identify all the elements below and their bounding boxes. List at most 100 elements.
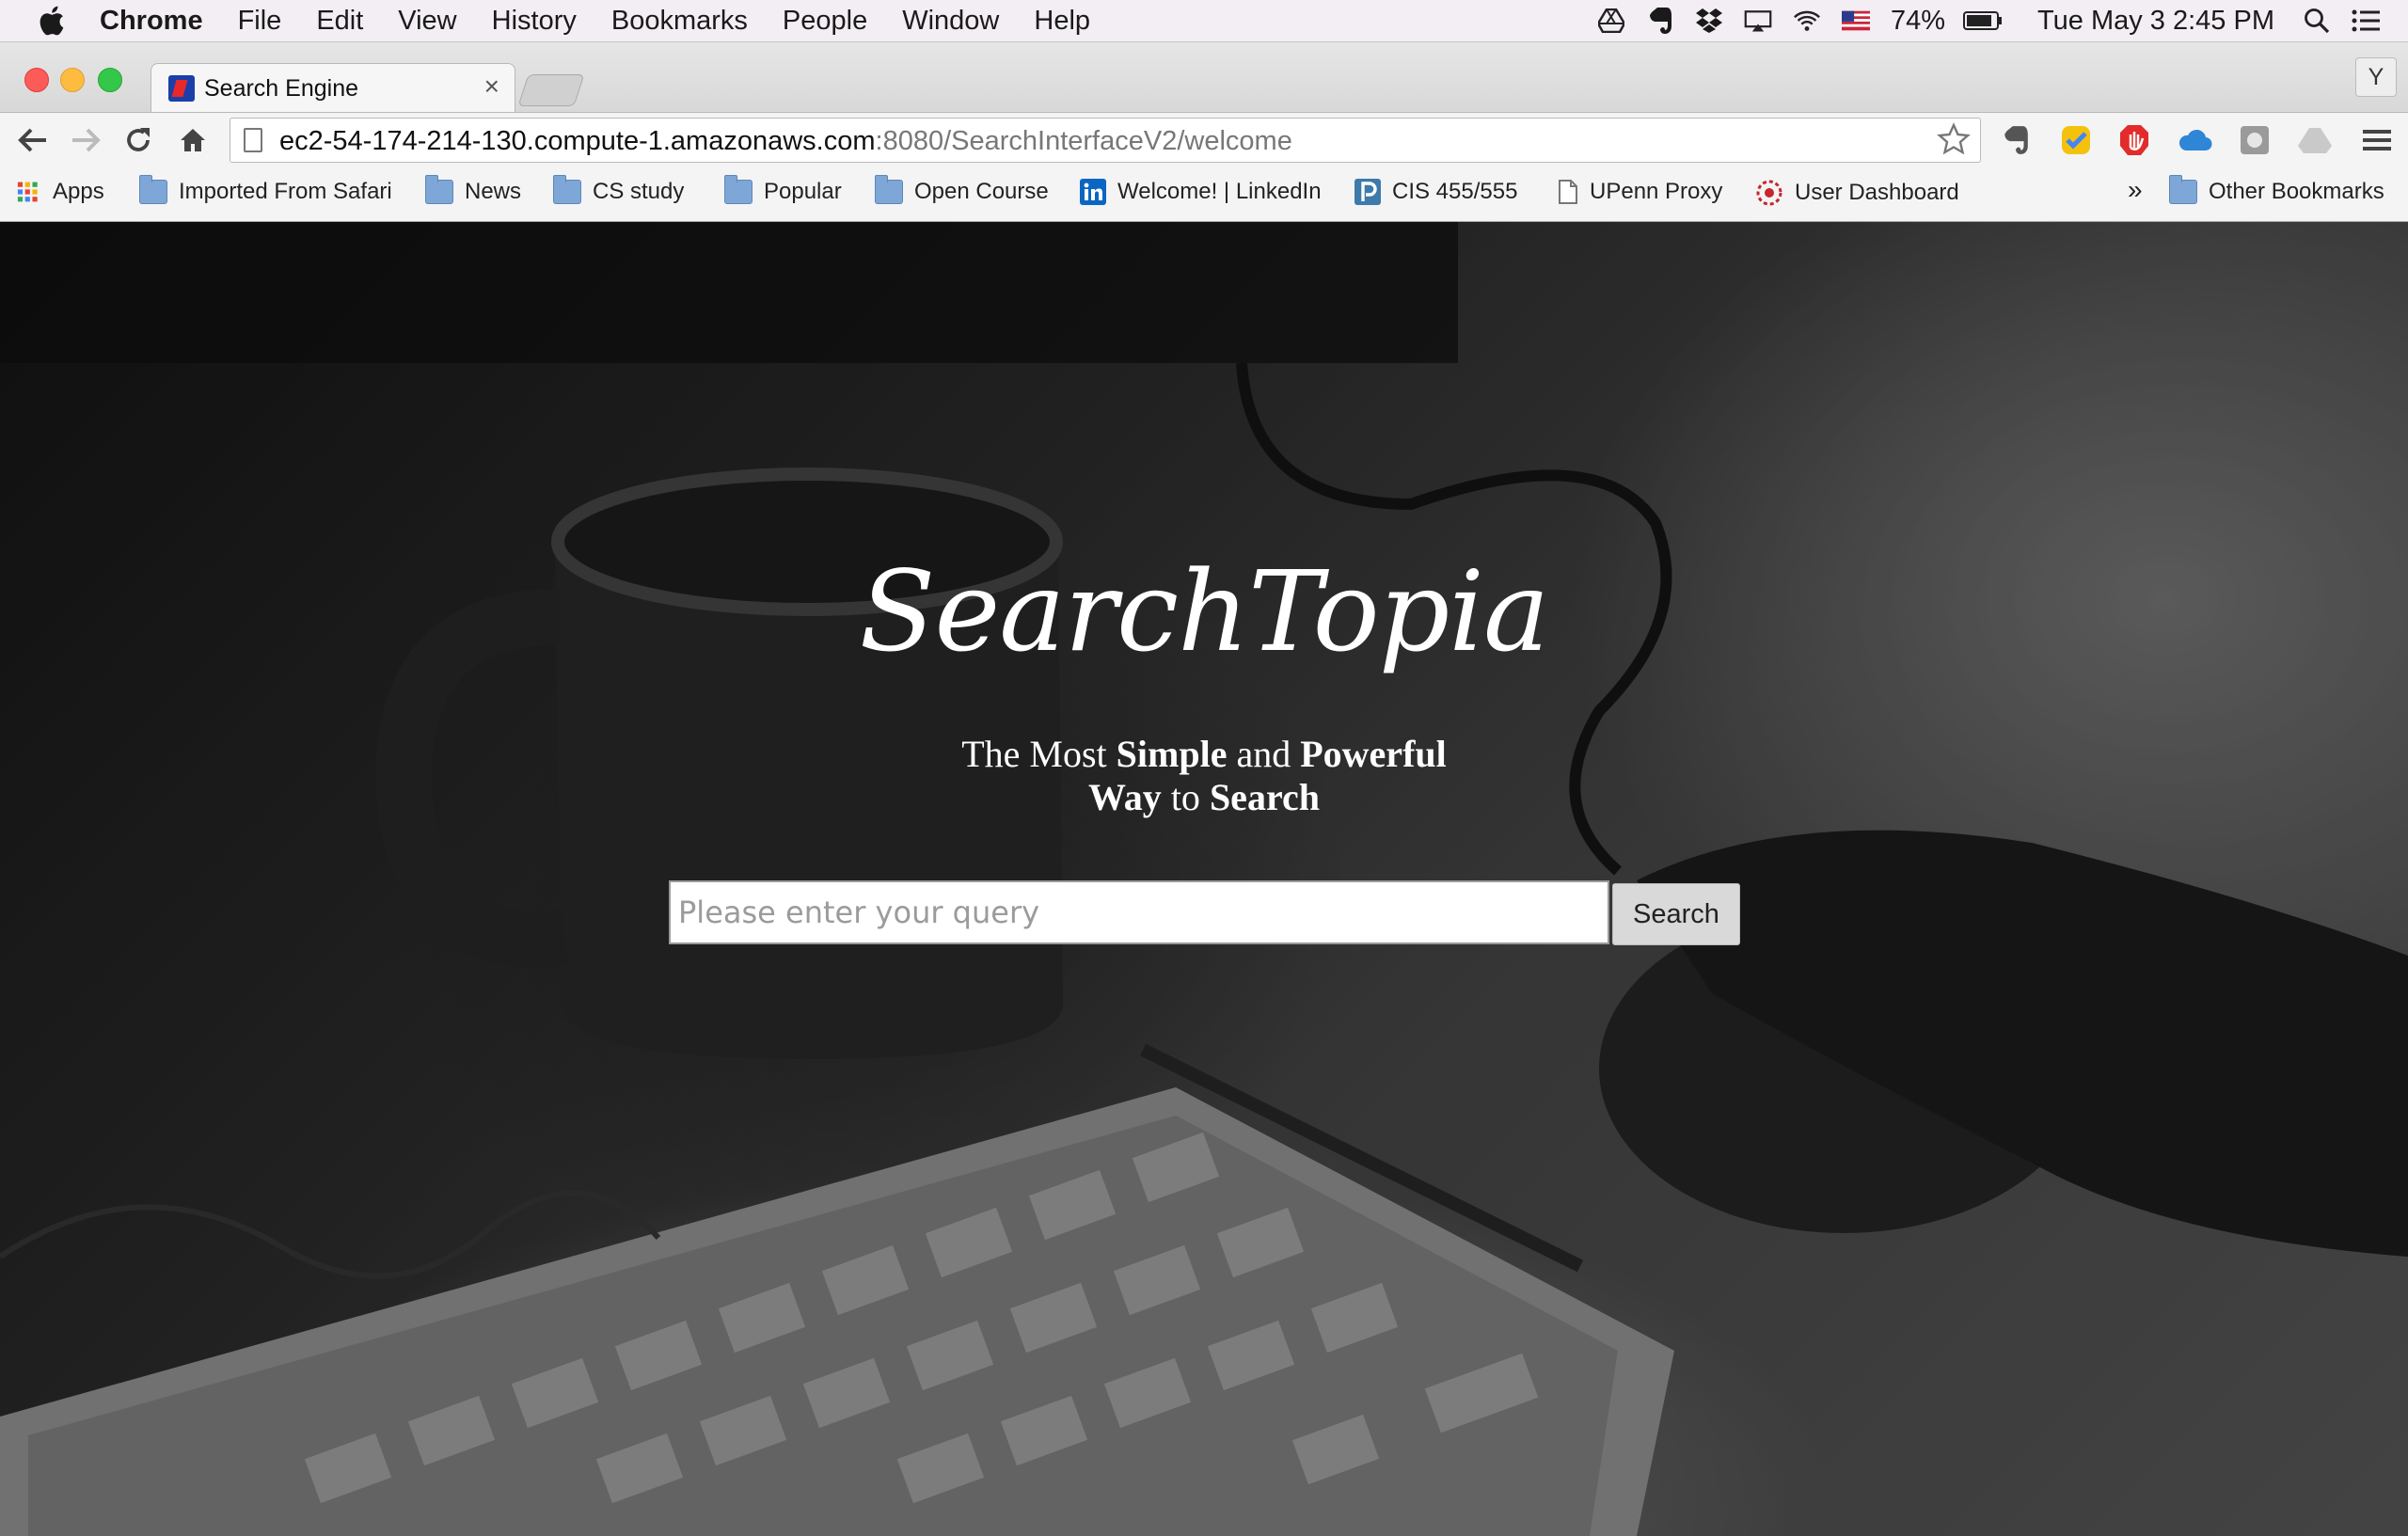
menu-bookmarks[interactable]: Bookmarks <box>611 6 748 37</box>
close-window-button[interactable] <box>24 68 49 92</box>
home-button[interactable] <box>175 122 211 158</box>
page-viewport: SearchTopia The Most Simple and Powerful… <box>0 222 2408 1536</box>
menu-people[interactable]: People <box>783 6 867 37</box>
apps-grid-icon <box>17 182 38 202</box>
chrome-menu-icon[interactable] <box>2359 122 2395 158</box>
bookmark-folder-popular[interactable]: Popular <box>724 175 842 205</box>
linkedin-icon <box>1080 179 1106 205</box>
bookmarks-bar: Apps Imported From Safari News CS study … <box>0 166 2408 222</box>
zoom-window-button[interactable] <box>98 68 122 92</box>
drive-extension-icon[interactable] <box>2297 122 2333 158</box>
menu-file[interactable]: File <box>238 6 282 37</box>
tab-close-icon[interactable]: × <box>484 71 499 102</box>
bookmark-label: Apps <box>53 179 104 204</box>
google-drive-icon[interactable] <box>1597 7 1625 35</box>
new-tab-button[interactable] <box>517 74 585 106</box>
bookmark-star-icon[interactable] <box>1937 122 1971 156</box>
url-text[interactable]: ec2-54-174-214-130.compute-1.amazonaws.c… <box>279 126 1292 157</box>
reload-icon <box>127 128 150 151</box>
chrome-window: Search Engine × Y ec2-54-174-214-130.com… <box>0 42 2408 1536</box>
bookmark-label: CS study <box>593 179 685 204</box>
bookmark-label: Open Course <box>914 179 1049 204</box>
forward-button[interactable] <box>68 122 103 158</box>
tagline-text: and <box>1227 733 1301 775</box>
evernote-icon[interactable] <box>1646 7 1674 35</box>
tagline-emphasis: Way <box>1088 776 1162 818</box>
profile-button[interactable]: Y <box>2355 57 2397 97</box>
minimize-window-button[interactable] <box>60 68 85 92</box>
bookmark-label: News <box>465 179 522 204</box>
dashboard-icon <box>1756 180 1782 206</box>
battery-icon[interactable] <box>1962 7 2004 35</box>
menu-help[interactable]: Help <box>1034 6 1090 37</box>
bookmark-folder-news[interactable]: News <box>425 175 522 205</box>
bookmark-folder-cs-study[interactable]: CS study <box>553 175 685 205</box>
bookmark-folder-open-course[interactable]: Open Course <box>875 175 1049 205</box>
bookmarks-overflow-chevron[interactable]: » <box>2128 175 2143 205</box>
tagline-emphasis: Simple <box>1116 733 1228 775</box>
tab-search-engine[interactable]: Search Engine × <box>150 63 515 113</box>
bookmark-label: CIS 455/555 <box>1392 179 1518 204</box>
wifi-icon[interactable] <box>1793 7 1821 35</box>
us-flag-input-icon[interactable] <box>1841 7 1870 35</box>
folder-icon <box>553 175 581 204</box>
reload-button[interactable] <box>120 122 156 158</box>
bookmark-linkedin[interactable]: Welcome! | LinkedIn <box>1080 179 1322 205</box>
page-info-icon[interactable] <box>244 128 262 152</box>
spotlight-search-icon[interactable] <box>2303 7 2331 35</box>
tagline-emphasis: Search <box>1209 776 1320 818</box>
cloud-extension-icon[interactable] <box>2177 122 2212 158</box>
bookmark-cis-455-555[interactable]: CIS 455/555 <box>1354 179 1517 205</box>
menu-history[interactable]: History <box>492 6 577 37</box>
google-keep-extension-icon[interactable] <box>2058 122 2094 158</box>
folder-icon <box>875 175 903 204</box>
search-input[interactable] <box>669 880 1609 944</box>
menubar-clock[interactable]: Tue May 3 2:45 PM <box>2037 6 2274 37</box>
evernote-extension-icon[interactable] <box>1998 122 2034 158</box>
gray-square-extension-icon[interactable] <box>2237 122 2273 158</box>
apple-menu-icon[interactable] <box>40 6 64 36</box>
bookmark-upenn-proxy[interactable]: UPenn Proxy <box>1558 179 1722 205</box>
site-favicon-icon <box>168 75 195 102</box>
menu-view[interactable]: View <box>398 6 456 37</box>
bookmark-label: Other Bookmarks <box>2209 179 2384 204</box>
status-area: 74% Tue May 3 2:45 PM <box>1597 0 2408 41</box>
bookmark-label: UPenn Proxy <box>1590 179 1723 204</box>
notification-center-icon[interactable] <box>2352 7 2380 35</box>
menu-edit[interactable]: Edit <box>316 6 363 37</box>
folder-icon <box>2169 175 2197 204</box>
searchtopia-logo: SearchTopia <box>859 546 1550 676</box>
browser-toolbar: ec2-54-174-214-130.compute-1.amazonaws.c… <box>0 112 2408 167</box>
folder-icon <box>724 175 752 204</box>
bookmark-label: Imported From Safari <box>179 179 392 204</box>
url-host: ec2-54-174-214-130.compute-1.amazonaws.c… <box>279 126 876 156</box>
menu-app-name[interactable]: Chrome <box>100 6 203 37</box>
search-form: Search <box>669 880 1741 948</box>
bookmark-user-dashboard[interactable]: User Dashboard <box>1755 179 1959 207</box>
bookmark-label: User Dashboard <box>1795 180 1959 205</box>
tab-strip: Search Engine × Y <box>0 42 2408 113</box>
tagline-text: The Most <box>961 733 1117 775</box>
piazza-icon <box>1354 179 1381 205</box>
background-photo <box>0 222 2408 1536</box>
url-path: :8080/SearchInterfaceV2/welcome <box>875 126 1292 156</box>
tab-title: Search Engine <box>204 75 359 102</box>
menu-window[interactable]: Window <box>902 6 999 37</box>
tagline: The Most Simple and Powerful Way to Sear… <box>0 733 2408 819</box>
bookmark-apps[interactable]: Apps <box>17 179 104 205</box>
battery-percent: 74% <box>1890 5 1946 36</box>
tagline-text: to <box>1161 776 1210 818</box>
home-icon <box>181 129 205 151</box>
folder-icon <box>425 175 453 204</box>
dropbox-icon[interactable] <box>1695 7 1723 35</box>
adblock-extension-icon[interactable] <box>2116 122 2152 158</box>
back-button[interactable] <box>15 122 51 158</box>
forward-arrow-icon <box>72 128 101 152</box>
bookmark-other-bookmarks[interactable]: Other Bookmarks <box>2169 175 2384 205</box>
airplay-icon[interactable] <box>1744 7 1772 35</box>
bookmark-label: Welcome! | LinkedIn <box>1117 179 1322 204</box>
search-button[interactable]: Search <box>1612 883 1740 945</box>
bookmark-folder-imported-from-safari[interactable]: Imported From Safari <box>139 175 392 205</box>
folder-icon <box>139 175 167 204</box>
address-bar[interactable]: ec2-54-174-214-130.compute-1.amazonaws.c… <box>230 118 1981 163</box>
